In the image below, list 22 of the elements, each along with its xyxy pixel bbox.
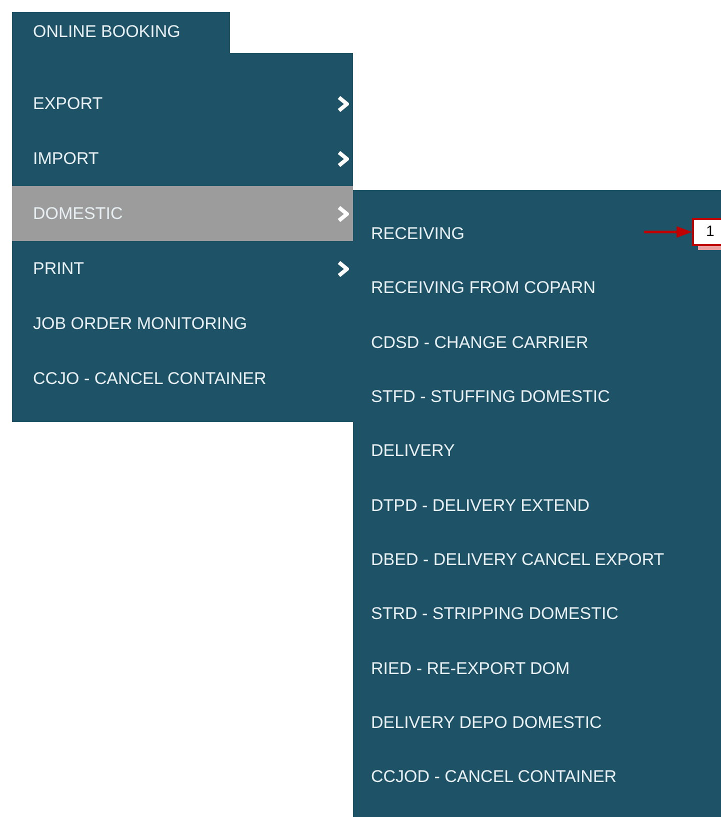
submenu-item[interactable]: DTPD - DELIVERY EXTEND xyxy=(371,478,590,533)
submenu-item[interactable]: STFD - STUFFING DOMESTIC xyxy=(371,370,610,424)
submenu-item[interactable]: RECEIVING FROM COPARN xyxy=(371,261,596,316)
submenu-item[interactable]: STRD - STRIPPING DOMESTIC xyxy=(371,587,618,642)
chevron-right-icon xyxy=(337,150,349,166)
menu-item[interactable]: CCJO - CANCEL CONTAINER xyxy=(12,351,353,406)
menu-item[interactable]: EXPORT xyxy=(12,76,353,131)
submenu-item[interactable]: DELIVERY xyxy=(371,424,455,478)
menu-item[interactable]: PRINT xyxy=(12,241,353,296)
submenu-item[interactable]: RECEIVING xyxy=(371,207,465,262)
submenu-item[interactable]: RIED - RE-EXPORT DOM xyxy=(371,641,570,696)
menu-item[interactable]: JOB ORDER MONITORING xyxy=(12,296,353,351)
arrow-icon xyxy=(644,225,692,239)
chevron-right-icon xyxy=(337,206,349,222)
submenu-item[interactable]: DBED - DELIVERY CANCEL EXPORT xyxy=(371,532,664,588)
submenu-item[interactable]: CCJOD - CANCEL CONTAINER xyxy=(371,750,617,804)
menu-item[interactable]: IMPORT xyxy=(12,131,353,186)
submenu-item[interactable]: CDSD - CHANGE CARRIER xyxy=(371,316,588,370)
submenu-item[interactable]: DELIVERY DEPO DOMESTIC xyxy=(371,696,602,750)
menu-tab[interactable]: ONLINE BOOKING xyxy=(12,12,230,53)
chevron-right-icon xyxy=(337,96,349,112)
chevron-right-icon xyxy=(337,260,349,276)
